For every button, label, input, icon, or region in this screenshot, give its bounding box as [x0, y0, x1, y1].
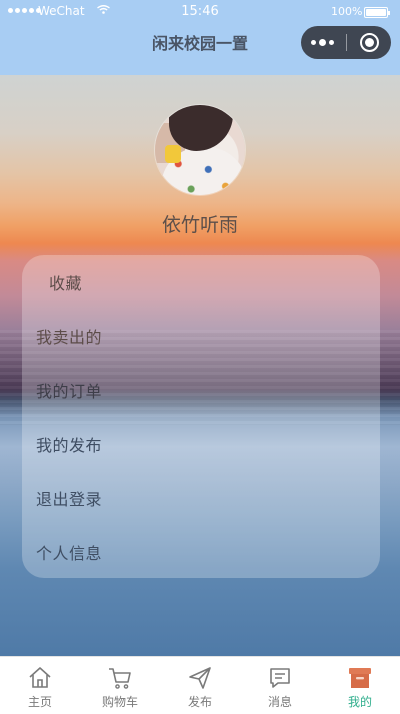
home-icon — [29, 667, 51, 688]
tab-bar: 主页 购物车 发布 消息 我的 — [0, 656, 400, 714]
profile-box-icon — [349, 668, 371, 688]
battery-icon — [364, 7, 390, 18]
capsule-divider — [346, 34, 347, 51]
menu-item-personal-info[interactable]: 个人信息 — [22, 525, 380, 579]
profile-menu: 收藏 我卖出的 我的订单 我的发布 退出登录 个人信息 — [22, 255, 380, 578]
send-icon — [189, 667, 211, 689]
tab-label: 购物车 — [101, 695, 138, 709]
tab-home[interactable]: 主页 — [0, 657, 80, 714]
tab-label: 发布 — [187, 695, 212, 709]
battery-percent: 100% — [331, 5, 363, 18]
avatar[interactable] — [155, 105, 245, 195]
menu-item-label: 我的发布 — [36, 436, 103, 455]
tab-cart[interactable]: 购物车 — [80, 657, 160, 714]
menu-item-my-posts[interactable]: 我的发布 — [22, 417, 380, 471]
tab-publish[interactable]: 发布 — [160, 657, 240, 714]
menu-item-label: 我卖出的 — [36, 328, 103, 347]
username: 依竹听雨 — [161, 214, 238, 236]
tab-messages[interactable]: 消息 — [240, 657, 320, 714]
mini-program-capsule — [301, 26, 391, 59]
menu-item-label: 个人信息 — [36, 544, 103, 563]
menu-item-sold[interactable]: 我卖出的 — [22, 309, 380, 363]
status-bar: WeChat 15:46 100% — [0, 0, 400, 24]
tab-mine[interactable]: 我的 — [320, 657, 400, 714]
menu-item-label: 我的订单 — [36, 382, 103, 401]
menu-item-logout[interactable]: 退出登录 — [22, 471, 380, 525]
tab-label: 主页 — [27, 695, 52, 709]
tab-label: 消息 — [267, 695, 292, 709]
tab-label: 我的 — [347, 695, 372, 709]
message-icon — [270, 668, 290, 688]
cart-icon — [109, 668, 131, 689]
more-options-icon[interactable] — [311, 39, 334, 46]
top-bar: WeChat 15:46 100% 闲来校园一置 — [0, 0, 400, 75]
menu-item-label: 收藏 — [49, 274, 83, 293]
menu-item-favorites[interactable]: 收藏 — [22, 255, 380, 309]
menu-item-label: 退出登录 — [36, 490, 103, 509]
close-mini-program-icon[interactable] — [360, 33, 379, 52]
menu-item-orders[interactable]: 我的订单 — [22, 363, 380, 417]
